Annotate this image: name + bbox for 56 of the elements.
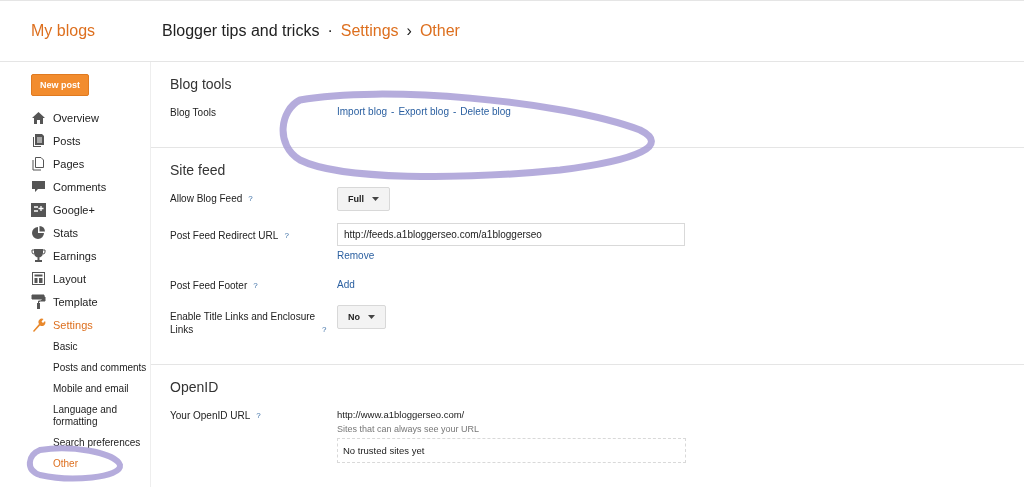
blog-name: Blogger tips and tricks xyxy=(162,22,320,40)
sidebar-item[interactable]: Overview xyxy=(0,106,150,129)
page-icon xyxy=(31,156,46,171)
house-icon xyxy=(31,110,46,125)
help-link[interactable]: ? xyxy=(248,192,253,205)
setting-label: Blog Tools xyxy=(170,106,216,119)
google-plus-icon xyxy=(31,202,46,217)
dropdown-button[interactable]: Full xyxy=(337,187,390,211)
help-link[interactable]: ? xyxy=(253,279,258,292)
paint-roller-icon xyxy=(31,294,46,309)
blog-tool-link[interactable]: Import blog xyxy=(337,106,388,117)
help-link[interactable]: ? xyxy=(284,229,289,242)
setting-label: Post Feed Footer xyxy=(170,279,248,292)
section-heading: OpenID xyxy=(170,379,220,395)
sidebar-subitem[interactable]: Search preferences xyxy=(0,432,149,453)
sidebar-item[interactable]: Google+ xyxy=(0,198,150,221)
link-separator: - xyxy=(452,106,457,117)
blog-tool-link[interactable]: Export blog xyxy=(398,106,449,117)
breadcrumb-separator: · xyxy=(327,22,333,40)
help-link[interactable]: ? xyxy=(322,323,327,336)
link-separator: - xyxy=(391,106,395,117)
layout-icon xyxy=(31,271,46,286)
sidebar-item[interactable]: Comments xyxy=(0,175,150,198)
sidebar-item[interactable]: Pages xyxy=(0,152,150,175)
url-field[interactable]: http://feeds.a1bloggerseo.com/a1bloggerseo xyxy=(337,223,685,246)
sidebar-subitem[interactable]: Posts and comments xyxy=(0,357,149,378)
setting-label: Enable Title Links and Enclosure Links xyxy=(170,310,316,336)
trophy-icon xyxy=(31,248,46,263)
caret-icon xyxy=(372,197,379,201)
sidebar-item[interactable]: Earnings xyxy=(0,244,150,267)
sidebar-subitem[interactable]: Basic xyxy=(0,336,149,357)
sidebar-item[interactable]: Posts xyxy=(0,129,150,152)
breadcrumb-separator: › xyxy=(406,22,412,40)
sidebar-subitem[interactable]: Language and formatting xyxy=(0,399,149,432)
sidebar-item[interactable]: Stats xyxy=(0,221,150,244)
trusted-sites-box: No trusted sites yet xyxy=(337,438,686,463)
add-link[interactable]: Add xyxy=(337,279,355,290)
caret-icon xyxy=(368,315,375,319)
setting-label: Allow Blog Feed xyxy=(170,192,243,205)
hint-text: Sites that can always see your URL xyxy=(337,424,481,434)
section-heading: Blog tools xyxy=(170,76,233,92)
documents-icon xyxy=(31,133,46,148)
blog-tool-link[interactable]: Delete blog xyxy=(460,106,511,117)
setting-label: Your OpenID URL xyxy=(170,409,251,422)
pie-chart-icon xyxy=(31,225,46,240)
sidebar-item[interactable]: Template xyxy=(0,290,150,313)
sidebar-subitem[interactable]: Mobile and email xyxy=(0,378,149,399)
speech-bubble-icon xyxy=(31,179,46,194)
setting-label: Post Feed Redirect URL xyxy=(170,229,279,242)
section-heading: Site feed xyxy=(170,162,227,178)
openid-url: http://www.a1bloggerseo.com/ xyxy=(337,409,466,420)
wrench-icon xyxy=(31,317,46,332)
help-link[interactable]: ? xyxy=(256,409,261,422)
remove-link[interactable]: Remove xyxy=(337,250,685,261)
dropdown-button[interactable]: No xyxy=(337,305,386,329)
sidebar-item[interactable]: Layout xyxy=(0,267,150,290)
